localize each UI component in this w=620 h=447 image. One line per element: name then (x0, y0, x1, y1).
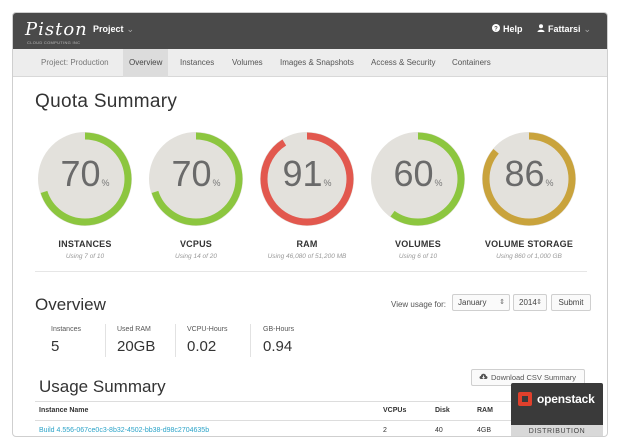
openstack-distribution-badge: openstack DISTRIBUTION (511, 383, 603, 436)
usage-table-header: Instance Name VCPUs Disk RAM (35, 401, 587, 421)
chevron-down-icon: ⌄ (583, 24, 592, 34)
stat-label-gb-hours: GB-Hours (263, 326, 295, 333)
user-name: Fattarsi (548, 24, 581, 34)
help-link[interactable]: ? Help (492, 24, 523, 34)
chevron-down-icon: ⌄ (126, 24, 135, 34)
svg-text:?: ? (494, 26, 498, 32)
piston-logo[interactable]: Piston (25, 19, 88, 40)
gauge-percent: 70% (148, 153, 244, 195)
stat-label-used-ram: Used RAM (117, 326, 151, 333)
help-label: Help (503, 24, 523, 34)
gauge-percent-value: 86 (504, 153, 545, 194)
gauge-instances: 70% (37, 131, 133, 227)
view-usage-label: View usage for: (391, 300, 446, 309)
gauge-volumes: 60% (370, 131, 466, 227)
top-bar: Piston CLOUD COMPUTING INC Project ⌄ ? Hel… (13, 13, 607, 49)
overview-title: Overview (35, 295, 106, 314)
gauge-percent-sign: % (545, 178, 554, 188)
cloud-download-icon (479, 370, 488, 385)
stat-divider (250, 324, 251, 357)
gauge-percent-sign: % (212, 178, 221, 188)
stat-value-instances: 5 (51, 338, 60, 355)
gauge-percent: 91% (259, 153, 355, 195)
year-select-value: 2014 (519, 298, 537, 307)
distribution-label: DISTRIBUTION (511, 425, 603, 436)
openstack-wordmark: openstack (537, 392, 595, 406)
gauge-usage-text: Using 860 of 1,000 GB (496, 253, 562, 260)
gauge-vcpus: 70% (148, 131, 244, 227)
month-select-value: January (458, 298, 487, 307)
project-nav: Project: Production Overview Instances V… (13, 49, 607, 77)
gauge-percent: 86% (481, 153, 577, 195)
stat-label-vcpu-hours: VCPU-Hours (187, 326, 228, 333)
gauge-ram: 91% (259, 131, 355, 227)
gauge-percent-value: 70 (60, 153, 101, 194)
section-divider (35, 271, 587, 272)
year-select[interactable]: 2014 ⇕ (513, 294, 547, 311)
gauge-percent-value: 60 (393, 153, 434, 194)
quota-summary-title: Quota Summary (35, 91, 178, 112)
tab-access-security[interactable]: Access & Security (365, 49, 441, 77)
stat-divider (105, 324, 106, 357)
gauge-volume-storage: 86% (481, 131, 577, 227)
stat-value-gb-hours: 0.94 (263, 338, 293, 355)
gauge-percent-sign: % (434, 178, 443, 188)
column-header-disk[interactable]: Disk (435, 407, 450, 414)
nav-project-selector[interactable]: Project: Production (35, 49, 115, 77)
gauge-percent-sign: % (101, 178, 110, 188)
tab-overview[interactable]: Overview (123, 49, 169, 77)
row-disk: 40 (435, 427, 443, 434)
stat-value-used-ram: 20GB (117, 338, 156, 355)
gauge-percent-sign: % (323, 178, 332, 188)
row-vcpus: 2 (383, 427, 387, 434)
stat-label-instances: Instances (51, 326, 81, 333)
stat-divider (175, 324, 176, 357)
column-header-ram[interactable]: RAM (477, 407, 493, 414)
project-dropdown[interactable]: Project ⌄ (93, 24, 134, 35)
gauge-percent: 70% (37, 153, 133, 195)
select-arrows-icon: ⇕ (536, 299, 542, 306)
row-ram: 4GB (477, 427, 492, 434)
tab-volumes[interactable]: Volumes (226, 49, 269, 77)
submit-button[interactable]: Submit (551, 294, 591, 311)
column-header-vcpus[interactable]: VCPUs (383, 407, 406, 414)
download-csv-label: Download CSV Summary (491, 373, 577, 382)
stat-value-vcpu-hours: 0.02 (187, 338, 217, 355)
help-icon: ? (492, 24, 500, 34)
tab-instances[interactable]: Instances (174, 49, 220, 77)
column-header-instance-name[interactable]: Instance Name (39, 407, 88, 414)
logo-tagline: CLOUD COMPUTING INC (27, 40, 81, 45)
openstack-logo-icon (518, 392, 532, 406)
gauge-percent-value: 70 (171, 153, 212, 194)
instance-name-link[interactable]: Build 4.556-067ce0c3-8b32-4502-bb38-d98c… (39, 427, 209, 434)
tab-images-snapshots[interactable]: Images & Snapshots (274, 49, 360, 77)
gauge-percent: 60% (370, 153, 466, 195)
user-dropdown[interactable]: Fattarsi ⌄ (537, 24, 591, 35)
project-dropdown-label: Project (93, 24, 124, 34)
month-select[interactable]: January ⇕ (452, 294, 510, 311)
select-arrows-icon: ⇕ (499, 299, 505, 306)
gauge-percent-value: 91 (282, 153, 323, 194)
user-icon (537, 24, 545, 34)
tab-containers[interactable]: Containers (446, 49, 497, 77)
gauge-label: VOLUME STORAGE (484, 239, 574, 249)
app-window: Piston CLOUD COMPUTING INC Project ⌄ ? Hel… (12, 12, 608, 437)
usage-summary-title: Usage Summary (39, 377, 166, 396)
